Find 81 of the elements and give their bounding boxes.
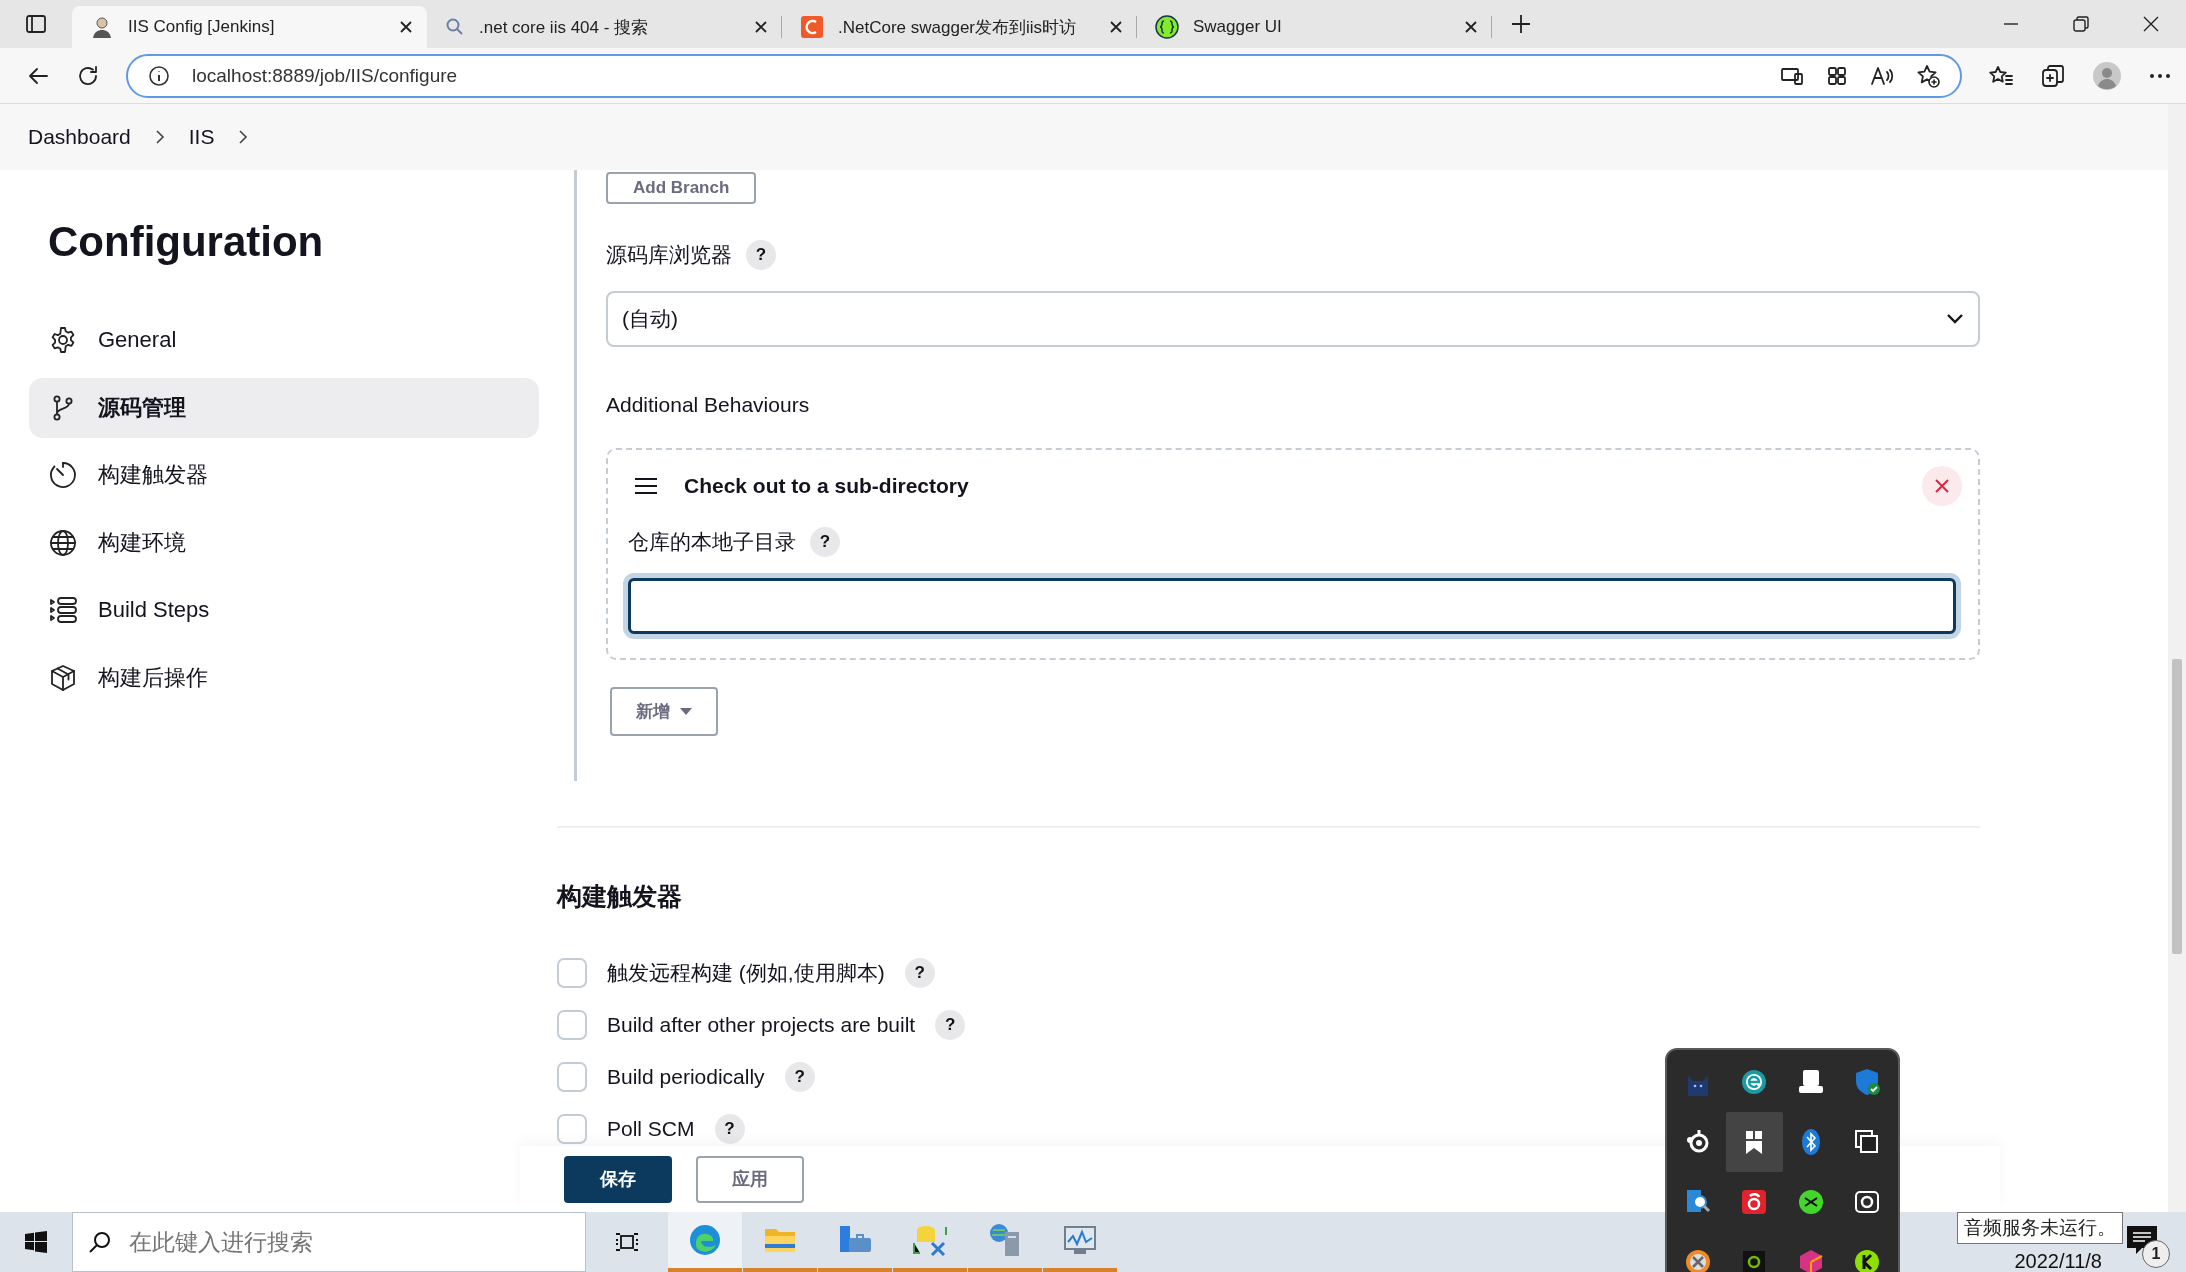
chevron-down-icon <box>1946 313 1964 325</box>
help-icon[interactable]: ? <box>904 958 935 988</box>
taskbar-app-button[interactable] <box>668 1212 742 1272</box>
star-add-icon[interactable] <box>1916 63 1940 88</box>
help-icon[interactable]: ? <box>784 1062 815 1092</box>
browser-tab[interactable]: Swagger UI <box>1137 6 1492 48</box>
checkbox[interactable] <box>557 958 587 988</box>
info-icon[interactable] <box>148 64 170 87</box>
close-icon[interactable] <box>1464 20 1478 34</box>
collections-icon[interactable] <box>2040 62 2066 89</box>
add-dropdown-button[interactable]: 新增 <box>610 687 718 736</box>
square-logo-icon <box>800 15 824 39</box>
save-button[interactable]: 保存 <box>564 1155 672 1203</box>
checkbox-label: Build after other projects are built <box>607 1013 916 1037</box>
close-icon[interactable] <box>1109 20 1123 34</box>
close-icon[interactable] <box>2143 16 2159 32</box>
scrollbar[interactable] <box>2168 104 2186 1212</box>
restore-icon[interactable] <box>2073 16 2089 32</box>
section-label: Additional Behaviours <box>606 393 811 417</box>
close-icon <box>1934 478 1950 494</box>
drag-handle-icon[interactable] <box>634 477 658 495</box>
sidebar-item[interactable]: 源码管理 <box>29 377 539 438</box>
tooltip: 音频服务未运行。 <box>1957 1212 2123 1244</box>
reload-icon[interactable] <box>76 63 100 88</box>
close-icon[interactable] <box>754 20 768 34</box>
sidebar-item[interactable]: 构建后操作 <box>29 647 539 708</box>
checkbox[interactable] <box>557 1062 587 1092</box>
sidebar-item[interactable]: 构建环境 <box>29 512 539 573</box>
task-view-icon[interactable] <box>615 1231 639 1253</box>
checkbox[interactable] <box>557 1010 587 1040</box>
help-icon[interactable]: ? <box>935 1010 966 1040</box>
repository-browser-select[interactable]: (自动) <box>606 291 1980 347</box>
help-icon[interactable]: ? <box>810 527 840 557</box>
close-icon[interactable] <box>399 20 413 34</box>
caret-down-icon <box>680 707 692 716</box>
field-label: 源码库浏览器 <box>606 242 732 268</box>
package-icon <box>48 662 78 693</box>
taskbar-search-field[interactable]: 在此键入进行搜索 <box>72 1212 586 1272</box>
help-icon[interactable]: ? <box>714 1114 745 1144</box>
read-aloud-icon[interactable] <box>1870 64 1894 87</box>
notification-badge: 1 <box>2142 1240 2170 1268</box>
apply-button[interactable]: 应用 <box>696 1155 804 1203</box>
page-title: Configuration <box>48 218 325 266</box>
browser-tab[interactable]: .net core iis 404 - 搜索 <box>427 6 782 48</box>
chevron-right-icon <box>154 129 165 145</box>
sidebar-item[interactable]: General <box>29 310 539 370</box>
field-label: 仓库的本地子目录 <box>628 529 796 555</box>
subdirectory-input-field[interactable] <box>628 578 1956 634</box>
add-branch-button[interactable]: Add Branch <box>606 172 757 204</box>
sidebar-item[interactable]: 构建触发器 <box>29 445 539 505</box>
checkbox[interactable] <box>557 1114 587 1144</box>
list-icon <box>48 595 78 625</box>
browser-tab[interactable]: IIS Config [Jenkins] <box>72 6 427 48</box>
database-tools-icon <box>912 1223 948 1257</box>
chevron-right-icon <box>238 129 249 145</box>
edge-logo-icon <box>688 1223 722 1257</box>
plus-icon[interactable] <box>1510 13 1532 35</box>
braces-logo-icon <box>1155 15 1179 39</box>
globe-icon <box>48 527 78 558</box>
section-heading: 构建触发器 <box>557 881 683 912</box>
apps-icon[interactable] <box>1826 64 1848 87</box>
person-icon <box>90 15 114 39</box>
breadcrumb-link[interactable]: Dashboard <box>28 125 131 149</box>
windows-logo-icon[interactable] <box>25 1231 47 1253</box>
browser-tab[interactable]: .NetCore swagger发布到iis时访 <box>782 6 1137 48</box>
timer-icon <box>48 460 78 490</box>
profile-avatar-icon[interactable] <box>2092 60 2122 91</box>
checkbox-label: Build periodically <box>607 1065 765 1089</box>
close-button[interactable] <box>1922 466 1962 506</box>
checkbox-label: Poll SCM <box>607 1117 695 1141</box>
favorites-icon[interactable] <box>1988 63 2014 88</box>
performance-monitor-icon <box>1062 1224 1098 1256</box>
help-icon[interactable]: ? <box>746 240 776 270</box>
checkbox-label: 触发远程构建 (例如,使用脚本) <box>607 960 885 986</box>
search-icon <box>445 17 465 37</box>
taskbar-date[interactable]: 2022/11/8 <box>2014 1250 2102 1272</box>
tab-actions-icon[interactable] <box>25 13 47 35</box>
address-bar[interactable]: localhost:8889/job/IIS/configure <box>126 53 1962 98</box>
breadcrumb-link[interactable]: IIS <box>188 125 215 149</box>
sidebar-item[interactable]: Build Steps <box>29 580 539 640</box>
card-title: Check out to a sub-directory <box>684 474 970 498</box>
